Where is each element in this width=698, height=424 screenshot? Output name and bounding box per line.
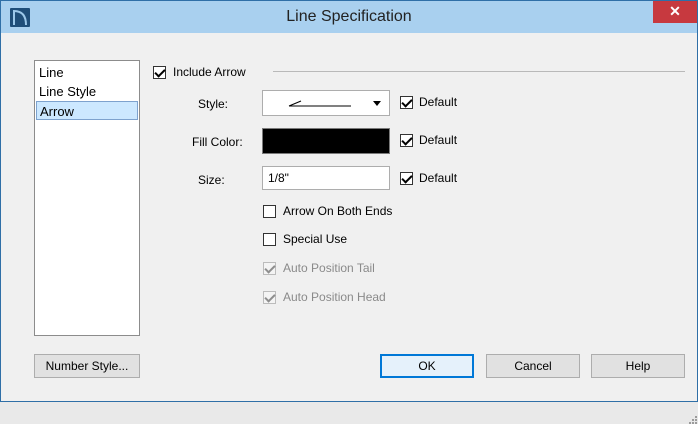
dialog-body: Line Line Style Arrow Include Arrow Styl…	[11, 34, 697, 424]
style-dropdown[interactable]	[262, 90, 390, 116]
style-default-checkbox[interactable]	[400, 96, 413, 109]
category-item-line[interactable]: Line	[36, 63, 138, 82]
size-input[interactable]: 1/8"	[262, 166, 390, 190]
size-default-label[interactable]: Default	[419, 170, 457, 186]
ok-button[interactable]: OK	[380, 354, 474, 378]
special-use-label[interactable]: Special Use	[283, 231, 347, 247]
category-item-arrow[interactable]: Arrow	[36, 101, 138, 120]
resize-grip-icon[interactable]	[687, 414, 697, 424]
auto-tail-label: Auto Position Tail	[283, 261, 375, 275]
size-label: Size:	[198, 173, 225, 187]
fill-color-default-checkbox[interactable]	[400, 134, 413, 147]
dialog-window: Line Specification ✕ Line Line Style Arr…	[0, 0, 698, 424]
category-item-line-style[interactable]: Line Style	[36, 82, 138, 101]
style-default-label[interactable]: Default	[419, 94, 457, 110]
special-use-checkbox[interactable]	[263, 233, 276, 246]
chevron-down-icon	[373, 101, 381, 106]
both-ends-label[interactable]: Arrow On Both Ends	[283, 203, 392, 219]
include-arrow-label[interactable]: Include Arrow	[173, 64, 246, 80]
style-label: Style:	[198, 97, 229, 111]
fill-color-swatch[interactable]	[262, 128, 390, 154]
auto-tail-checkbox	[263, 262, 276, 275]
both-ends-checkbox[interactable]	[263, 205, 276, 218]
arrow-style-preview	[288, 100, 351, 107]
category-list[interactable]: Line Line Style Arrow	[34, 60, 140, 336]
title-bar: Line Specification ✕	[1, 1, 697, 33]
size-default-checkbox[interactable]	[400, 172, 413, 185]
auto-head-checkbox	[263, 291, 276, 304]
include-arrow-checkbox[interactable]	[153, 66, 166, 79]
cancel-button[interactable]: Cancel	[486, 354, 580, 378]
number-style-button[interactable]: Number Style...	[34, 354, 140, 378]
close-button[interactable]: ✕	[653, 1, 697, 23]
auto-head-label: Auto Position Head	[283, 290, 386, 304]
fill-color-label: Fill Color:	[192, 135, 243, 149]
window-title: Line Specification	[286, 8, 412, 25]
help-button[interactable]: Help	[591, 354, 685, 378]
fill-color-default-label[interactable]: Default	[419, 132, 457, 148]
group-separator	[273, 71, 685, 72]
